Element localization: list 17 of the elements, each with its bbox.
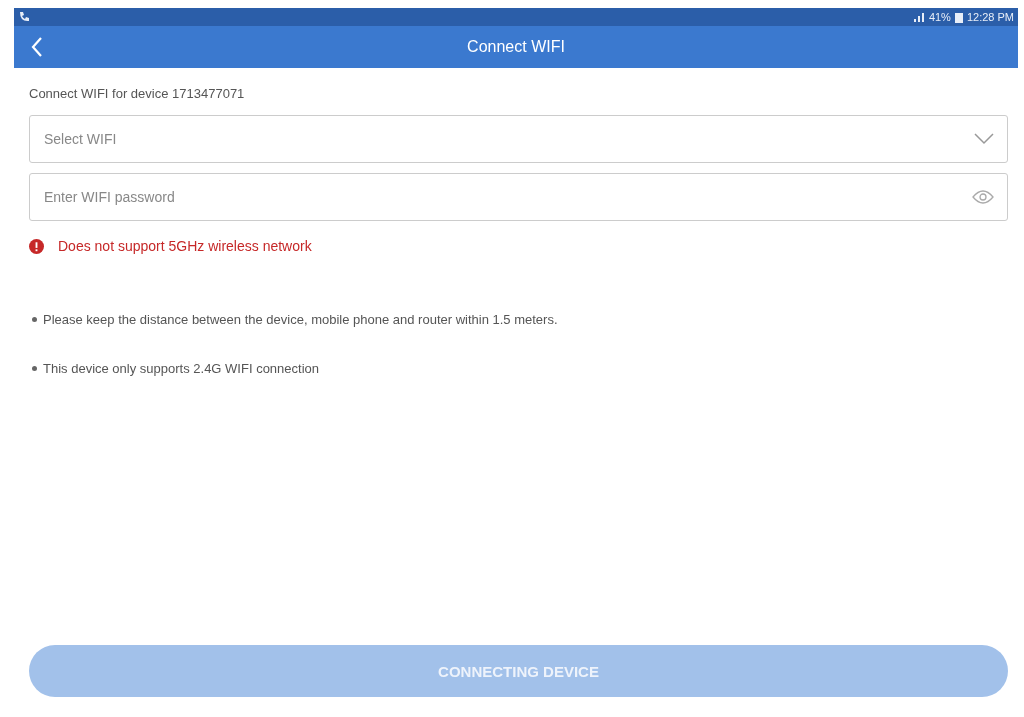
- battery-percent: 41%: [928, 11, 951, 23]
- signal-icon: [912, 12, 925, 22]
- password-field[interactable]: Enter WIFI password: [29, 173, 1008, 221]
- error-icon: [29, 238, 44, 254]
- tip-text: This device only supports 2.4G WIFI connection: [43, 361, 319, 376]
- phone-icon: [18, 11, 30, 23]
- wifi-select[interactable]: Select WIFI: [29, 115, 1008, 163]
- screen-title: Connect WIFI: [467, 38, 565, 56]
- bullet-icon: [32, 366, 37, 371]
- device-label: Connect WIFI for device 1713477071: [29, 86, 246, 101]
- chevron-down-icon: [974, 133, 994, 145]
- eye-icon[interactable]: [972, 190, 994, 204]
- clock: 12:28 PM: [966, 11, 1014, 23]
- battery-icon: [954, 11, 963, 23]
- bullet-icon: [32, 317, 37, 322]
- tip-text: Please keep the distance between the device, mobile phone and router within 1.5 meters.: [43, 312, 558, 327]
- error-message: Does not support 5GHz wireless network: [58, 238, 312, 254]
